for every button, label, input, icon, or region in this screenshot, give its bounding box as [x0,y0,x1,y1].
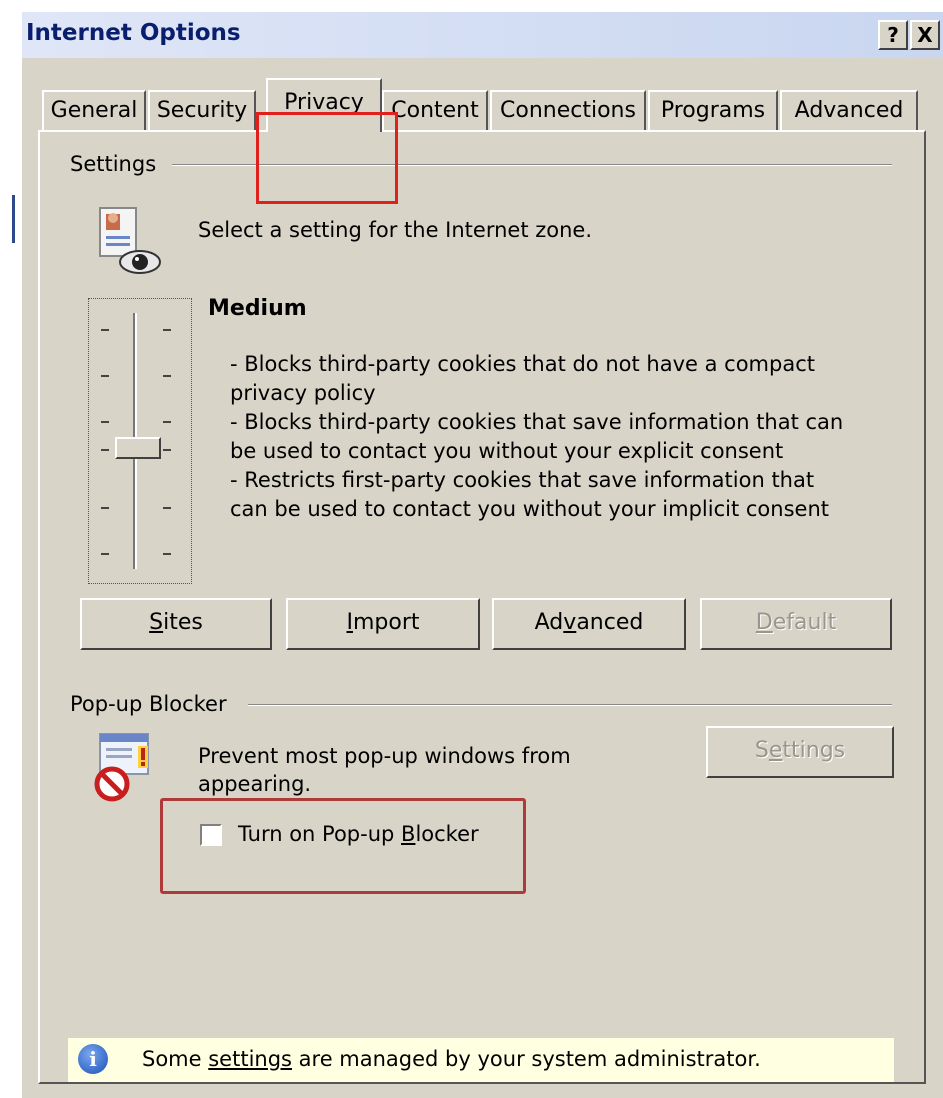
tab-security[interactable]: Security [148,90,256,130]
tab-programs[interactable]: Programs [648,90,778,130]
privacy-panel: Settings Select a setting for the Intern… [38,130,926,1084]
button-mnemonic: S [149,610,164,635]
privacy-tab-highlight [256,112,398,204]
popup-group-line [248,704,892,706]
popup-blocker-icon [90,730,166,806]
button-mnemonic: D [755,610,773,635]
admin-message-part: Some [142,1047,209,1071]
default-button[interactable]: Default [700,598,892,650]
advanced-button[interactable]: Advanced [492,598,686,650]
zone-instruction-text: Select a setting for the Internet zone. [198,218,593,242]
import-button[interactable]: Import [286,598,480,650]
slider-tick [101,553,109,555]
privacy-document-eye-icon [96,206,164,282]
slider-tick [163,449,171,451]
tab-advanced[interactable]: Advanced [780,90,918,130]
checkbox-highlight [160,798,526,894]
internet-options-dialog: Internet Options ? X General Security Pr… [22,12,943,1098]
description-line: - Restricts first-party cookies that sav… [230,468,815,492]
slider-thumb[interactable] [115,437,161,459]
settings-group-label: Settings [70,152,165,176]
admin-message: Some settings are managed by your system… [142,1047,761,1071]
button-label-part: efault [772,610,837,635]
slider-tick [163,553,171,555]
privacy-level-slider[interactable] [88,298,192,584]
background-edge [0,0,22,1098]
button-label-part: anced [576,610,644,635]
privacy-level-title: Medium [208,296,307,321]
popup-description-line2: appearing. [198,772,312,796]
title-bar[interactable]: Internet Options ? X [22,12,943,58]
button-label-part: mport [352,610,420,635]
tab-connections[interactable]: Connections [490,90,646,130]
description-line: be used to contact you without your expl… [230,439,784,463]
slider-tick [163,375,171,377]
slider-tick [163,421,171,423]
description-line: - Blocks third-party cookies that save i… [230,410,844,434]
button-label-part: ttings [782,738,846,763]
help-button[interactable]: ? [878,20,908,50]
slider-tick [101,375,109,377]
button-mnemonic: e [768,738,783,763]
slider-tick [163,507,171,509]
close-button[interactable]: X [910,20,940,50]
admin-message-part: are managed by your system administrator… [291,1047,761,1071]
description-line: can be used to contact you without your … [230,497,829,521]
slider-tick [101,421,109,423]
button-mnemonic: v [563,610,577,635]
sites-button[interactable]: Sites [80,598,272,650]
button-label-part: Ad [534,610,564,635]
description-line: - Blocks third-party cookies that do not… [230,352,815,376]
level-description: - Blocks third-party cookies that do not… [230,350,843,524]
admin-info-bar: i Some settings are managed by your syst… [68,1038,894,1082]
tab-strip: General Security Privacy Content Connect… [22,72,943,204]
slider-tick [163,329,171,331]
popup-settings-button[interactable]: Settings [706,726,894,778]
button-label-part: ites [163,610,203,635]
tab-general[interactable]: General [42,90,146,130]
popup-group-label: Pop-up Blocker [70,692,235,716]
slider-tick [101,329,109,331]
info-icon: i [78,1044,108,1074]
slider-tick [101,507,109,509]
description-line: privacy policy [230,381,376,405]
button-label-part: S [754,738,769,763]
slider-tick [101,449,109,451]
popup-description-line1: Prevent most pop-up windows from [198,744,571,768]
window-title: Internet Options [26,20,241,46]
background-edge-mark [12,195,15,243]
settings-link[interactable]: settings [208,1047,292,1071]
